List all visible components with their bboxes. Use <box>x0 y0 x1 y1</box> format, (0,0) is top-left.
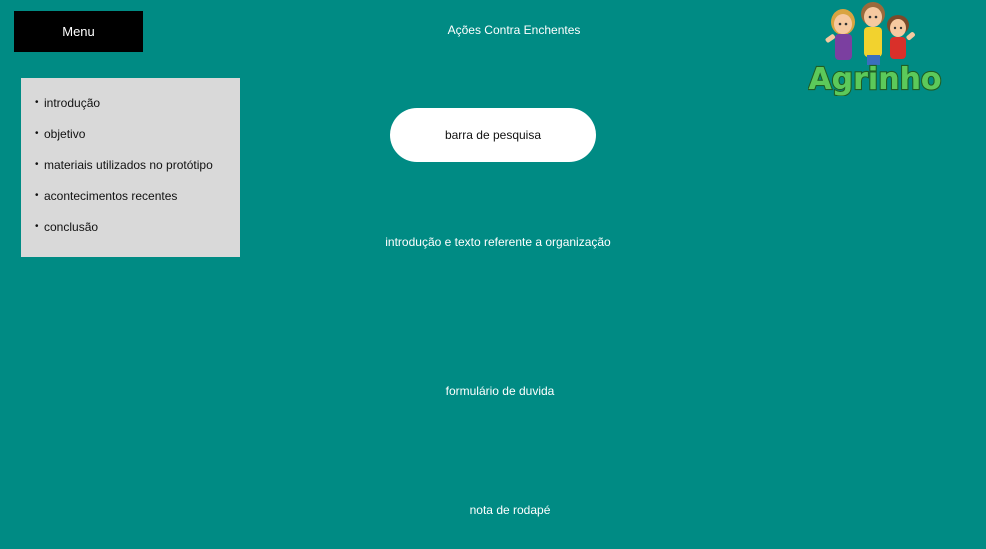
menu-item-acontecimentos[interactable]: • acontecimentos recentes <box>35 189 240 220</box>
child-boy-icon <box>861 2 885 65</box>
child-boy-small-icon <box>887 15 915 59</box>
menu-item-label: acontecimentos recentes <box>44 189 178 203</box>
svg-text:Agrinho: Agrinho <box>808 62 941 96</box>
menu-item-label: objetivo <box>44 127 86 141</box>
search-bar[interactable]: barra de pesquisa <box>390 108 596 162</box>
agrinho-logo: Agrinho Agrinho <box>808 2 942 96</box>
menu-item-materiais[interactable]: • materiais utilizados no protótipo <box>35 158 240 189</box>
bullet-icon: • <box>35 190 39 201</box>
agrinho-wordmark: Agrinho Agrinho <box>808 61 942 96</box>
menu-item-objetivo[interactable]: • objetivo <box>35 127 240 158</box>
menu-item-label: materiais utilizados no protótipo <box>44 158 213 172</box>
page-title: Ações Contra Enchentes <box>447 23 581 37</box>
menu-item-conclusao[interactable]: • conclusão <box>35 220 240 251</box>
menu-button[interactable]: Menu <box>14 11 143 52</box>
menu-list: • introdução • objetivo • materiais util… <box>35 96 240 251</box>
bullet-icon: • <box>35 221 39 232</box>
footer-note: nota de rodapé <box>469 503 551 517</box>
intro-text: introdução e texto referente a organizaç… <box>385 235 611 249</box>
menu-item-label: conclusão <box>44 220 99 234</box>
bullet-icon: • <box>35 159 39 170</box>
question-form-link[interactable]: formulário de duvida <box>400 383 600 399</box>
bullet-icon: • <box>35 97 39 108</box>
bullet-icon: • <box>35 128 39 139</box>
menu-panel: • introdução • objetivo • materiais util… <box>21 78 240 257</box>
menu-item-introducao[interactable]: • introdução <box>35 96 240 127</box>
menu-button-label: Menu <box>62 24 95 39</box>
search-bar-label: barra de pesquisa <box>444 128 542 142</box>
menu-item-label: introdução <box>44 96 101 110</box>
child-girl-icon <box>825 9 855 60</box>
